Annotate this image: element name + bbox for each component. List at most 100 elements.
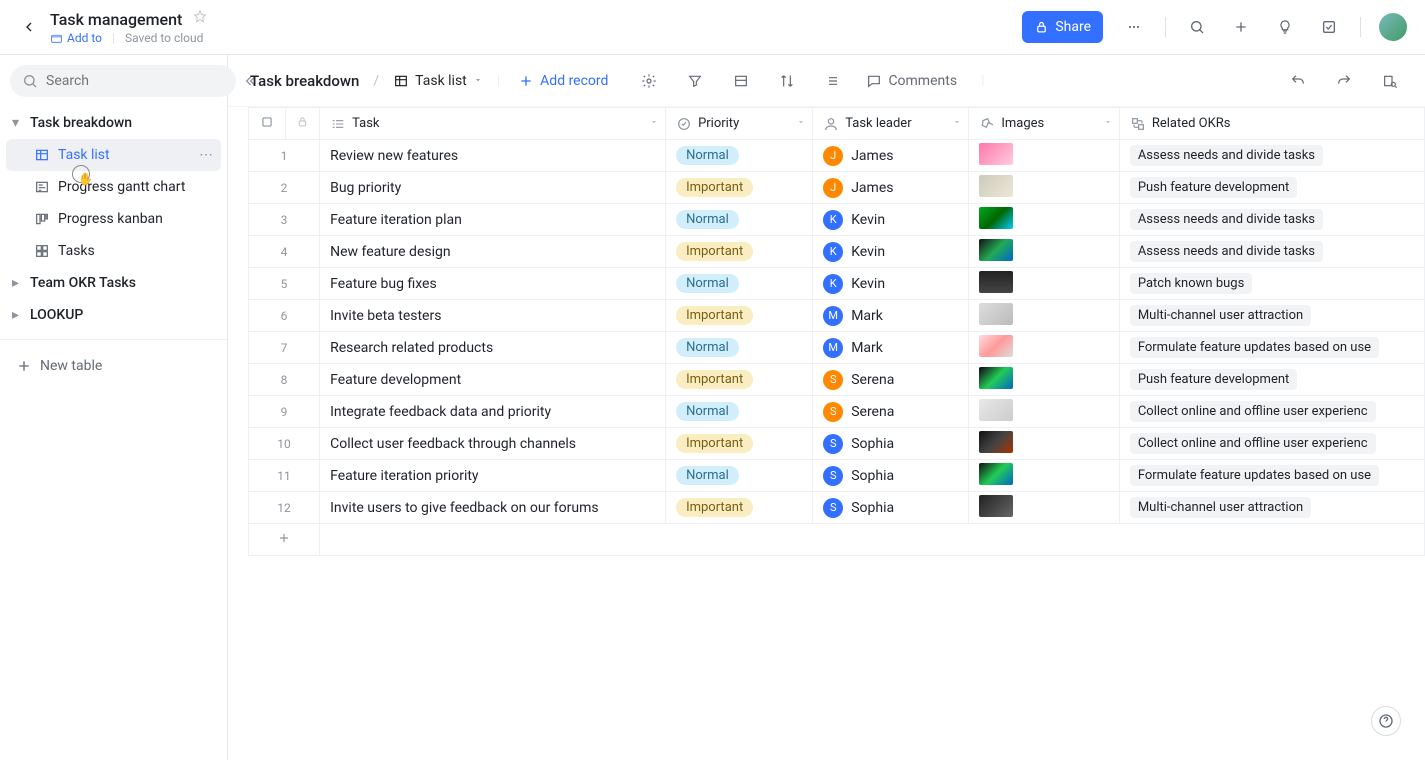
image-cell[interactable]	[969, 172, 1120, 204]
priority-cell[interactable]: Important	[666, 172, 813, 204]
leader-cell[interactable]: SSerena	[813, 364, 969, 396]
image-cell[interactable]	[969, 396, 1120, 428]
okr-cell[interactable]: Formulate feature updates based on use	[1119, 460, 1424, 492]
priority-cell[interactable]: Normal	[666, 460, 813, 492]
sidebar-item[interactable]: Task list⋯	[6, 139, 221, 171]
sidebar-item[interactable]: Progress gantt chart⋯	[6, 171, 221, 203]
okr-cell[interactable]: Multi-channel user attraction	[1119, 492, 1424, 524]
task-cell[interactable]: Invite users to give feedback on our for…	[320, 492, 666, 524]
priority-cell[interactable]: Normal	[666, 332, 813, 364]
task-cell[interactable]: Feature development	[320, 364, 666, 396]
priority-cell[interactable]: Important	[666, 300, 813, 332]
priority-cell[interactable]: Important	[666, 492, 813, 524]
sidebar-item[interactable]: Progress kanban⋯	[6, 203, 221, 235]
task-cell[interactable]: Feature bug fixes	[320, 268, 666, 300]
user-avatar[interactable]	[1379, 13, 1407, 41]
group-icon[interactable]	[728, 68, 754, 94]
okr-cell[interactable]: Collect online and offline user experien…	[1119, 428, 1424, 460]
image-cell[interactable]	[969, 364, 1120, 396]
nav-group-header[interactable]: ▸Team OKR Tasks	[0, 267, 227, 299]
comments-button[interactable]: Comments	[866, 73, 957, 89]
nav-group-header[interactable]: ▸LOOKUP	[0, 299, 227, 331]
sort-icon[interactable]	[774, 68, 800, 94]
task-cell[interactable]: Feature iteration priority	[320, 460, 666, 492]
leader-cell[interactable]: SSerena	[813, 396, 969, 428]
okrs-column-header[interactable]: Related OKRs	[1119, 108, 1424, 140]
okr-cell[interactable]: Assess needs and divide tasks	[1119, 204, 1424, 236]
breadcrumb[interactable]: Task breakdown	[250, 72, 359, 90]
task-cell[interactable]: Integrate feedback data and priority	[320, 396, 666, 428]
find-record-icon[interactable]	[1377, 68, 1403, 94]
okr-cell[interactable]: Assess needs and divide tasks	[1119, 140, 1424, 172]
help-button[interactable]	[1371, 706, 1401, 736]
add-record-button[interactable]: Add record	[518, 73, 608, 89]
image-cell[interactable]	[969, 268, 1120, 300]
table-row[interactable]: 11 Feature iteration priority Normal SSo…	[249, 460, 1425, 492]
task-cell[interactable]: Research related products	[320, 332, 666, 364]
task-cell[interactable]: Bug priority	[320, 172, 666, 204]
table-row[interactable]: 6 Invite beta testers Important MMark Mu…	[249, 300, 1425, 332]
image-cell[interactable]	[969, 140, 1120, 172]
priority-cell[interactable]: Important	[666, 428, 813, 460]
leader-cell[interactable]: SSophia	[813, 492, 969, 524]
image-cell[interactable]	[969, 300, 1120, 332]
search-input[interactable]	[46, 73, 224, 89]
priority-cell[interactable]: Important	[666, 364, 813, 396]
doc-title[interactable]: Task management	[50, 10, 182, 29]
okr-cell[interactable]: Patch known bugs	[1119, 268, 1424, 300]
leader-cell[interactable]: KKevin	[813, 236, 969, 268]
star-icon[interactable]	[192, 9, 208, 29]
leader-cell[interactable]: JJames	[813, 140, 969, 172]
share-button[interactable]: Share	[1022, 11, 1103, 43]
priority-column-header[interactable]: Priority	[666, 108, 813, 140]
task-cell[interactable]: Invite beta testers	[320, 300, 666, 332]
checklist-icon[interactable]	[1316, 14, 1342, 40]
okr-cell[interactable]: Push feature development	[1119, 172, 1424, 204]
task-cell[interactable]: Feature iteration plan	[320, 204, 666, 236]
image-cell[interactable]	[969, 428, 1120, 460]
leader-column-header[interactable]: Task leader	[813, 108, 969, 140]
image-cell[interactable]	[969, 204, 1120, 236]
okr-cell[interactable]: Assess needs and divide tasks	[1119, 236, 1424, 268]
leader-cell[interactable]: KKevin	[813, 268, 969, 300]
table-row[interactable]: 3 Feature iteration plan Normal KKevin A…	[249, 204, 1425, 236]
leader-cell[interactable]: SSophia	[813, 428, 969, 460]
settings-icon[interactable]	[636, 68, 662, 94]
task-cell[interactable]: Collect user feedback through channels	[320, 428, 666, 460]
more-icon[interactable]: ⋯	[199, 147, 213, 163]
task-cell[interactable]: New feature design	[320, 236, 666, 268]
search-icon[interactable]	[1184, 14, 1210, 40]
table-row[interactable]: 4 New feature design Important KKevin As…	[249, 236, 1425, 268]
table-row[interactable]: 9 Integrate feedback data and priority N…	[249, 396, 1425, 428]
leader-cell[interactable]: MMark	[813, 332, 969, 364]
table-row[interactable]: 12 Invite users to give feedback on our …	[249, 492, 1425, 524]
priority-cell[interactable]: Normal	[666, 204, 813, 236]
leader-cell[interactable]: SSophia	[813, 460, 969, 492]
table-row[interactable]: 1 Review new features Normal JJames Asse…	[249, 140, 1425, 172]
okr-cell[interactable]: Push feature development	[1119, 364, 1424, 396]
back-button[interactable]	[18, 16, 40, 38]
okr-cell[interactable]: Multi-channel user attraction	[1119, 300, 1424, 332]
view-selector[interactable]: Task list	[393, 73, 483, 89]
table-row[interactable]: 5 Feature bug fixes Normal KKevin Patch …	[249, 268, 1425, 300]
redo-icon[interactable]	[1331, 68, 1357, 94]
task-cell[interactable]: Review new features	[320, 140, 666, 172]
image-cell[interactable]	[969, 492, 1120, 524]
table-row[interactable]: 2 Bug priority Important JJames Push fea…	[249, 172, 1425, 204]
task-column-header[interactable]: Task	[320, 108, 666, 140]
priority-cell[interactable]: Normal	[666, 140, 813, 172]
leader-cell[interactable]: KKevin	[813, 204, 969, 236]
sidebar-item[interactable]: Tasks⋯	[6, 235, 221, 267]
image-cell[interactable]	[969, 236, 1120, 268]
more-menu-icon[interactable]	[1121, 14, 1147, 40]
images-column-header[interactable]: Images	[969, 108, 1120, 140]
leader-cell[interactable]: MMark	[813, 300, 969, 332]
undo-icon[interactable]	[1285, 68, 1311, 94]
new-table-button[interactable]: New table	[0, 348, 227, 384]
lightbulb-icon[interactable]	[1272, 14, 1298, 40]
okr-cell[interactable]: Formulate feature updates based on use	[1119, 332, 1424, 364]
priority-cell[interactable]: Important	[666, 236, 813, 268]
okr-cell[interactable]: Collect online and offline user experien…	[1119, 396, 1424, 428]
plus-icon[interactable]	[1228, 14, 1254, 40]
image-cell[interactable]	[969, 460, 1120, 492]
